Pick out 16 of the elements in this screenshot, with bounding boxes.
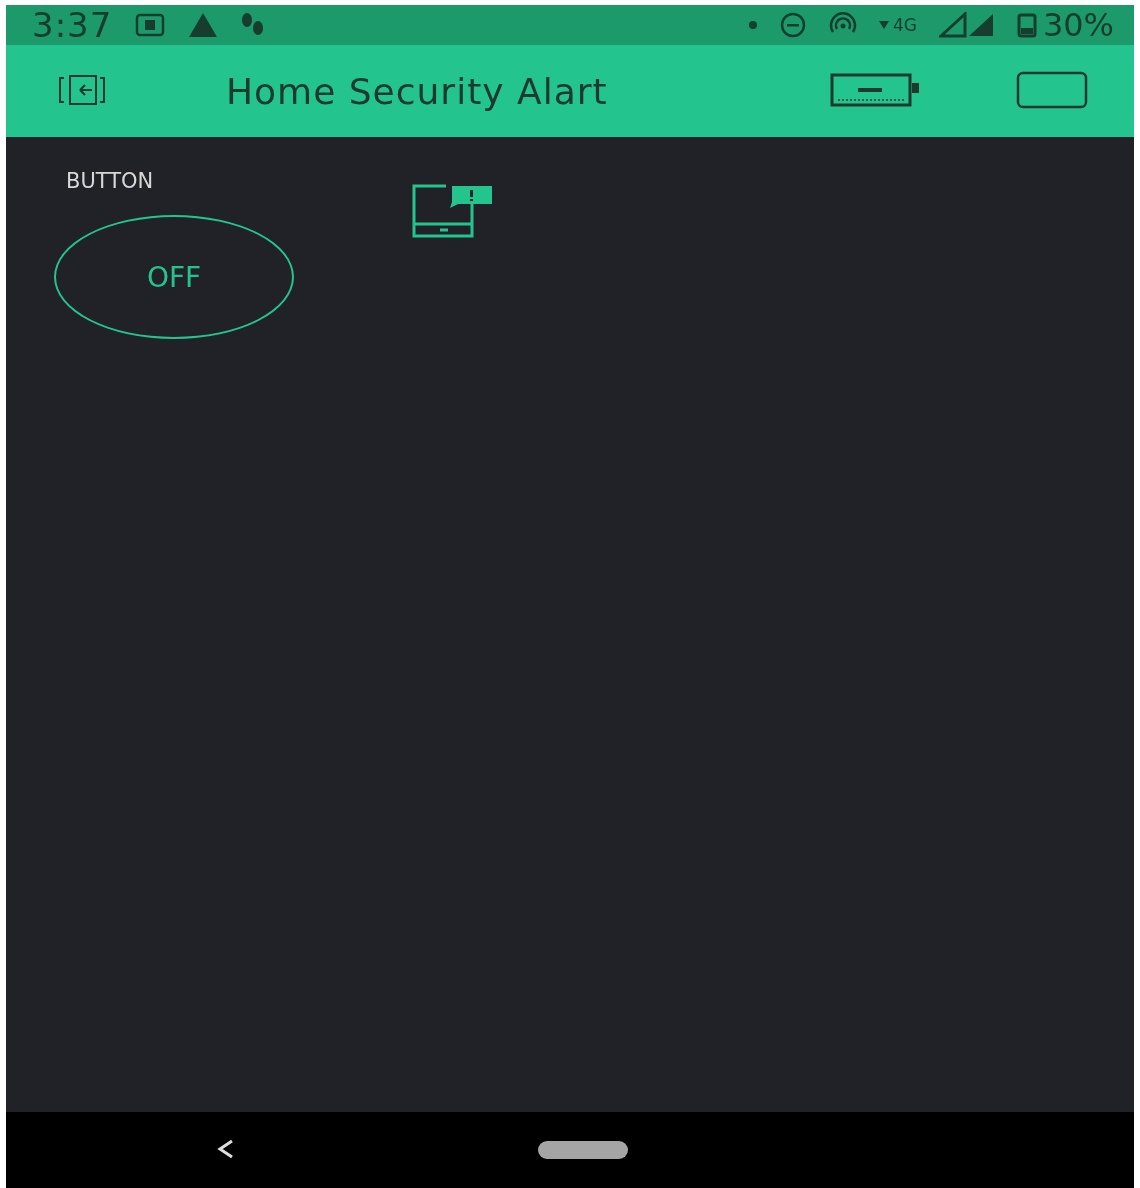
warning-icon [188,12,219,38]
battery-percent: 30% [1042,6,1114,44]
app-title: Home Security Alart [226,70,608,112]
caret-icon [878,21,889,29]
status-time: 3:37 [32,5,113,45]
widget-label: BUTTON [66,169,155,193]
device-button[interactable] [830,72,920,110]
dot-icon [748,21,757,29]
battery-icon [1016,12,1037,38]
network-type: 4G [892,15,917,35]
chip-icon [134,12,167,38]
signal-icon [938,12,995,38]
toggle-button[interactable]: OFF [54,215,294,339]
home-button[interactable] [538,1141,628,1159]
do-not-disturb-icon [778,11,807,39]
phone-alert-icon[interactable] [412,184,494,238]
